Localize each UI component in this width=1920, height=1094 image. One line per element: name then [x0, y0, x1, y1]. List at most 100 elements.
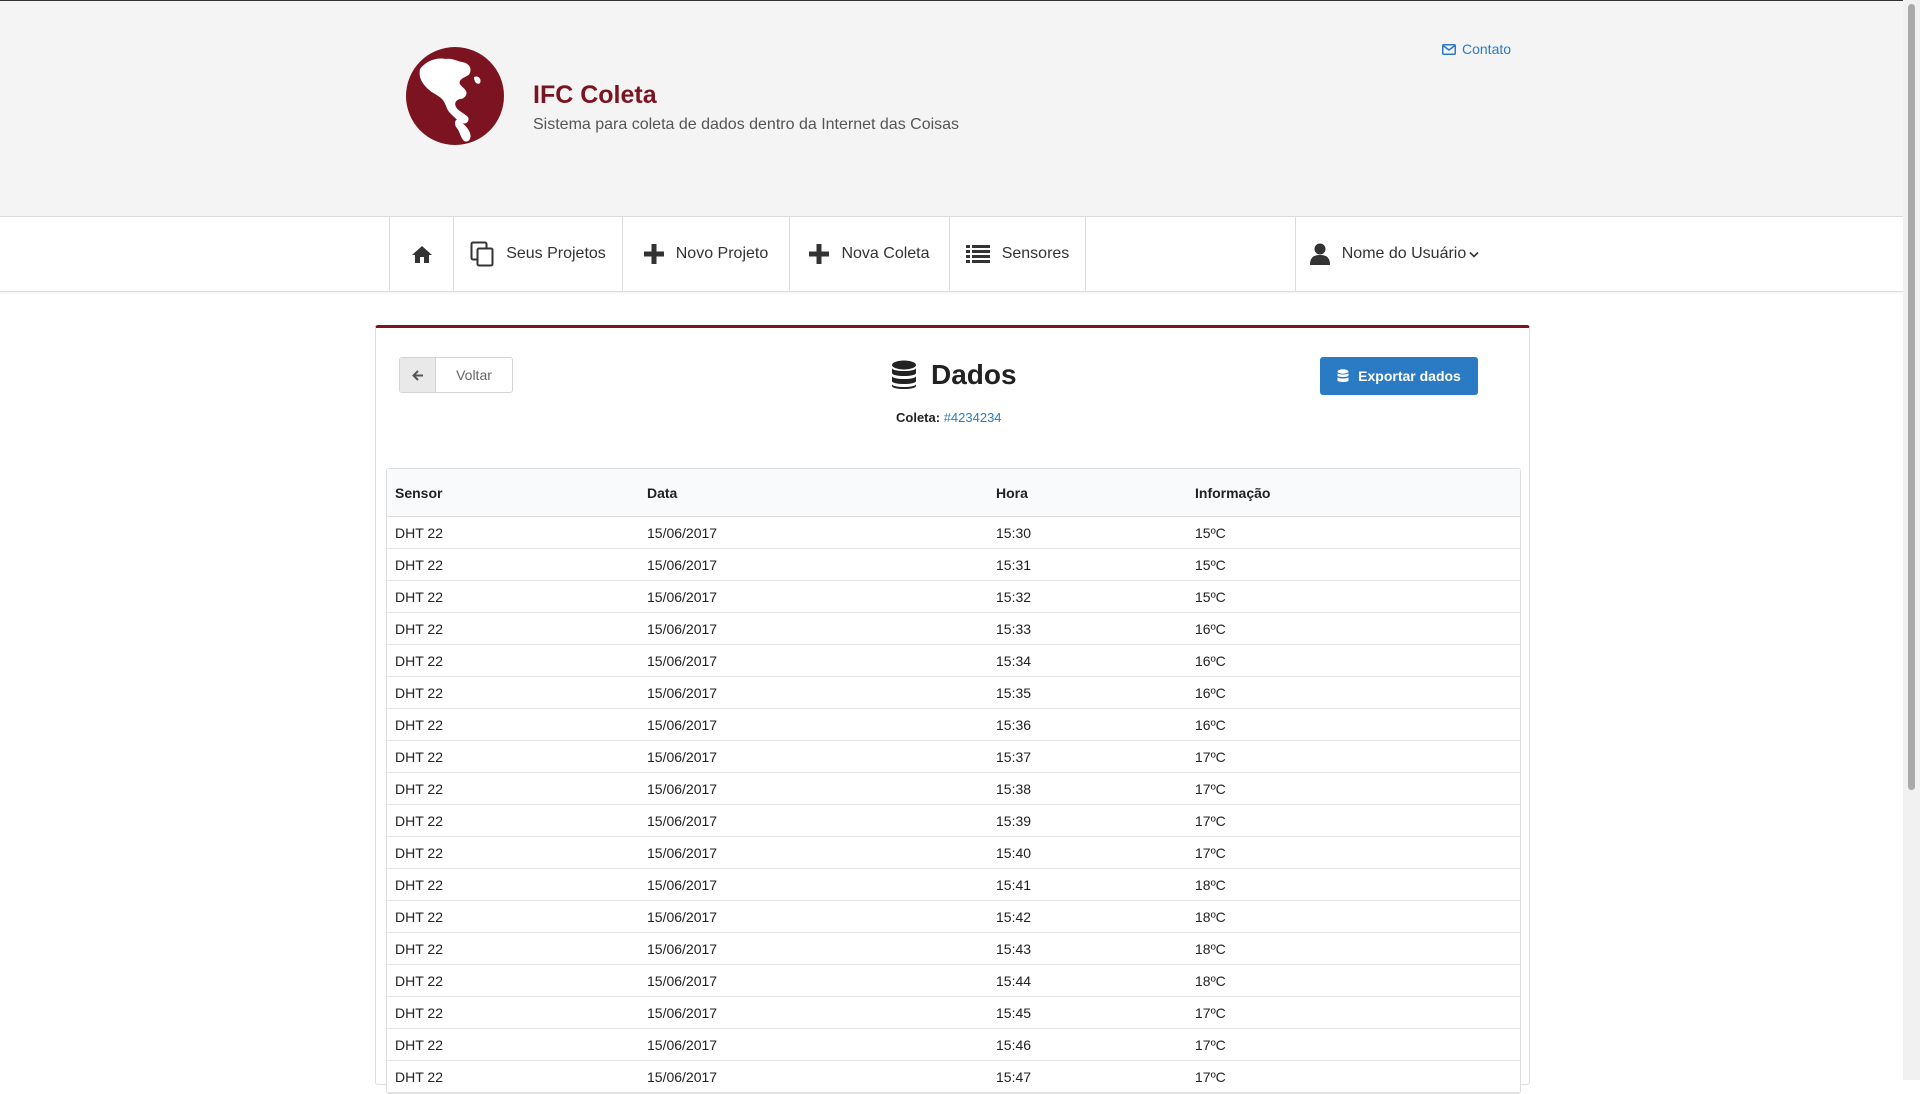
table-body: DHT 22 15/06/2017 15:30 15ºC DHT 22 15/06/201… — [387, 516, 1520, 1093]
cell-hora: 15:32 — [988, 580, 1187, 613]
user-menu[interactable]: Nome do Usuário — [1295, 217, 1493, 291]
cell-data: 15/06/2017 — [639, 612, 988, 645]
cell-data: 15/06/2017 — [639, 1060, 988, 1093]
cell-hora: 15:39 — [988, 804, 1187, 837]
cell-informacao: 17ºC — [1187, 836, 1520, 869]
cell-data: 15/06/2017 — [639, 836, 988, 869]
cell-data: 15/06/2017 — [639, 676, 988, 709]
data-table: Sensor Data Hora Informação DHT 22 15/06/… — [387, 469, 1520, 1093]
cell-hora: 15:38 — [988, 772, 1187, 805]
cell-sensor: DHT 22 — [387, 708, 639, 741]
cell-data: 15/06/2017 — [639, 964, 988, 997]
page-title: Dados — [891, 355, 1017, 395]
nav-sensores[interactable]: Sensores — [950, 217, 1086, 291]
column-header-sensor[interactable]: Sensor — [387, 469, 639, 517]
cell-informacao: 16ºC — [1187, 676, 1520, 709]
cell-data: 15/06/2017 — [639, 708, 988, 741]
cell-sensor: DHT 22 — [387, 964, 639, 997]
nav-label: Seus Projetos — [506, 245, 606, 262]
back-label: Voltar — [456, 367, 492, 383]
table-header-row: Sensor Data Hora Informação — [387, 469, 1520, 517]
back-button[interactable]: Voltar — [399, 357, 513, 393]
nav-home[interactable] — [389, 217, 454, 291]
plus-icon — [643, 244, 664, 264]
column-header-hora[interactable]: Hora — [988, 469, 1187, 517]
cell-sensor: DHT 22 — [387, 804, 639, 837]
cell-sensor: DHT 22 — [387, 836, 639, 869]
cell-hora: 15:36 — [988, 708, 1187, 741]
contact-link[interactable]: Contato — [1442, 41, 1511, 57]
globe-americas-icon — [419, 58, 481, 142]
nav-novo-projeto[interactable]: Novo Projeto — [623, 217, 790, 291]
table-row: DHT 22 15/06/2017 15:40 17ºC — [387, 836, 1520, 869]
cell-informacao: 16ºC — [1187, 708, 1520, 741]
nav-nova-coleta[interactable]: Nova Coleta — [790, 217, 950, 291]
cell-informacao: 17ºC — [1187, 772, 1520, 805]
cell-data: 15/06/2017 — [639, 772, 988, 805]
cell-sensor: DHT 22 — [387, 900, 639, 933]
cell-hora: 15:37 — [988, 740, 1187, 773]
cell-hora: 15:34 — [988, 644, 1187, 677]
table-row: DHT 22 15/06/2017 15:46 17ºC — [387, 1028, 1520, 1061]
table-row: DHT 22 15/06/2017 15:44 18ºC — [387, 964, 1520, 997]
cell-sensor: DHT 22 — [387, 516, 639, 549]
plus-icon — [809, 244, 830, 264]
table-row: DHT 22 15/06/2017 15:38 17ºC — [387, 772, 1520, 805]
export-data-button[interactable]: Exportar dados — [1320, 357, 1478, 395]
arrow-left-icon — [411, 369, 423, 381]
table-row: DHT 22 15/06/2017 15:39 17ºC — [387, 804, 1520, 837]
table-row: DHT 22 15/06/2017 15:41 18ºC — [387, 868, 1520, 901]
cell-informacao: 18ºC — [1187, 932, 1520, 965]
nav-label: Sensores — [1001, 245, 1070, 262]
cell-data: 15/06/2017 — [639, 1028, 988, 1061]
cell-hora: 15:41 — [988, 868, 1187, 901]
cell-informacao: 18ºC — [1187, 900, 1520, 933]
cell-informacao: 17ºC — [1187, 996, 1520, 1029]
brand-subtitle: Sistema para coleta de dados dentro da I… — [533, 116, 960, 133]
cell-sensor: DHT 22 — [387, 996, 639, 1029]
cell-data: 15/06/2017 — [639, 548, 988, 581]
envelope-icon — [1442, 43, 1456, 55]
data-table-container: Sensor Data Hora Informação DHT 22 15/06/… — [386, 468, 1521, 1094]
cell-informacao: 17ºC — [1187, 804, 1520, 837]
cell-sensor: DHT 22 — [387, 932, 639, 965]
cell-hora: 15:44 — [988, 964, 1187, 997]
cell-sensor: DHT 22 — [387, 868, 639, 901]
table-row: DHT 22 15/06/2017 15:42 18ºC — [387, 900, 1520, 933]
cell-data: 15/06/2017 — [639, 516, 988, 549]
cell-data: 15/06/2017 — [639, 804, 988, 837]
scrollbar-thumb[interactable] — [1908, 4, 1915, 790]
table-row: DHT 22 15/06/2017 15:43 18ºC — [387, 932, 1520, 965]
cell-hora: 15:33 — [988, 612, 1187, 645]
page-title-text: Dados — [931, 359, 1017, 390]
nav-label: Nova Coleta — [841, 245, 930, 262]
globe-logo[interactable] — [406, 47, 504, 145]
page-scrollbar[interactable] — [1903, 0, 1920, 1080]
cell-sensor: DHT 22 — [387, 740, 639, 773]
cell-informacao: 17ºC — [1187, 740, 1520, 773]
cell-sensor: DHT 22 — [387, 644, 639, 677]
table-row: DHT 22 15/06/2017 15:47 17ºC — [387, 1060, 1520, 1093]
coleta-id-link[interactable]: #4234234 — [944, 410, 1002, 425]
nav-label: Novo Projeto — [675, 245, 769, 262]
database-icon — [1337, 369, 1349, 382]
table-row: DHT 22 15/06/2017 15:32 15ºC — [387, 580, 1520, 613]
cell-informacao: 15ºC — [1187, 580, 1520, 613]
column-header-data[interactable]: Data — [639, 469, 988, 517]
site-header: IFC Coleta Sistema para coleta de dados … — [0, 1, 1903, 216]
table-row: DHT 22 15/06/2017 15:35 16ºC — [387, 676, 1520, 709]
brand-title[interactable]: IFC Coleta — [533, 81, 657, 110]
nav-seus-projetos[interactable]: Seus Projetos — [454, 217, 623, 291]
table-row: DHT 22 15/06/2017 15:36 16ºC — [387, 708, 1520, 741]
cell-informacao: 16ºC — [1187, 644, 1520, 677]
column-header-informacao[interactable]: Informação — [1187, 469, 1520, 517]
chevron-down-icon — [1469, 251, 1479, 258]
cell-informacao: 16ºC — [1187, 612, 1520, 645]
cell-data: 15/06/2017 — [639, 900, 988, 933]
cell-informacao: 15ºC — [1187, 548, 1520, 581]
cell-hora: 15:31 — [988, 548, 1187, 581]
user-name: Nome do Usuário — [1341, 245, 1467, 262]
cell-sensor: DHT 22 — [387, 580, 639, 613]
cell-sensor: DHT 22 — [387, 772, 639, 805]
coleta-info: Coleta: #4234234 — [896, 410, 1002, 425]
